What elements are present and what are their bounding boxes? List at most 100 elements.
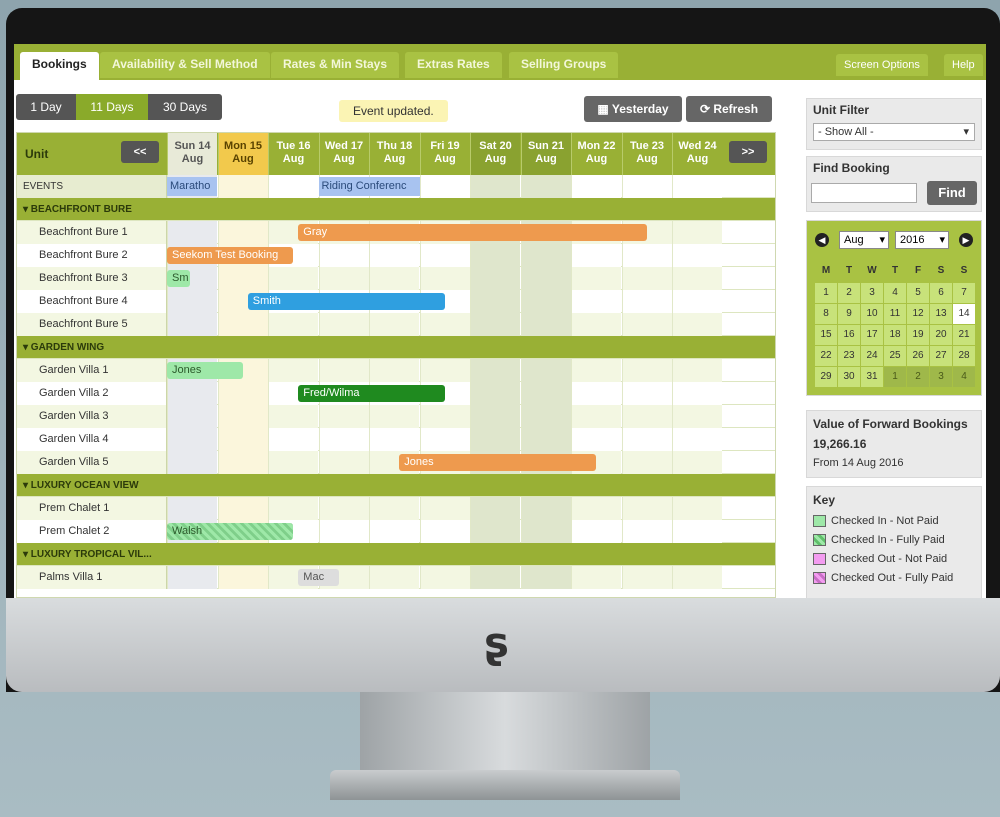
help-button[interactable]: Help — [944, 54, 983, 76]
booking-bar[interactable]: Walsh — [167, 523, 294, 540]
row-label[interactable]: ▾ GARDEN WING — [17, 336, 167, 359]
calendar-day[interactable]: 8 — [815, 304, 837, 324]
grid-cell[interactable] — [621, 359, 672, 382]
grid-cell[interactable] — [621, 267, 672, 290]
grid-cell[interactable] — [672, 290, 722, 313]
calendar-day[interactable]: 1 — [884, 367, 906, 387]
calendar-day[interactable]: 5 — [907, 283, 929, 303]
calendar-day[interactable]: 13 — [930, 304, 952, 324]
row-label[interactable]: Garden Villa 2 — [17, 382, 167, 405]
row-label[interactable]: Prem Chalet 2 — [17, 520, 167, 543]
grid-cell[interactable] — [470, 267, 520, 290]
day-header[interactable]: Sun 14 Aug — [167, 133, 217, 175]
grid-cell[interactable] — [571, 497, 621, 520]
grid-cell[interactable] — [419, 428, 470, 451]
grid-cell[interactable] — [520, 175, 571, 198]
grid-cell[interactable] — [672, 267, 722, 290]
grid-cell[interactable] — [167, 497, 217, 520]
calendar-day[interactable]: 3 — [930, 367, 952, 387]
grid-cell[interactable] — [621, 244, 672, 267]
grid-cell[interactable] — [571, 382, 621, 405]
grid-cell[interactable] — [268, 267, 318, 290]
grid-cell[interactable] — [520, 244, 571, 267]
grid-cell[interactable] — [419, 313, 470, 336]
calendar-day[interactable]: 7 — [953, 283, 975, 303]
grid-cell[interactable] — [470, 405, 520, 428]
prev-period-button[interactable]: << — [121, 141, 159, 163]
grid-cell[interactable] — [571, 405, 621, 428]
row-label[interactable]: ▾ LUXURY OCEAN VIEW — [17, 474, 167, 497]
calendar-day[interactable]: 6 — [930, 283, 952, 303]
grid-cell[interactable] — [268, 497, 318, 520]
day-header[interactable]: Thu 18 Aug — [369, 133, 419, 175]
event-bar[interactable]: Riding Conferenc — [318, 177, 420, 196]
grid-cell[interactable] — [470, 566, 520, 589]
grid-cell[interactable] — [167, 382, 217, 405]
grid-cell[interactable] — [318, 313, 369, 336]
grid-cell[interactable] — [217, 267, 268, 290]
grid-cell[interactable] — [672, 566, 722, 589]
grid-cell[interactable] — [369, 244, 419, 267]
grid-cell[interactable] — [419, 520, 470, 543]
grid-cell[interactable] — [520, 428, 571, 451]
calendar-day[interactable]: 19 — [907, 325, 929, 345]
grid-cell[interactable] — [571, 566, 621, 589]
calendar-day[interactable]: 18 — [884, 325, 906, 345]
booking-bar[interactable]: Fred/Wilma — [298, 385, 445, 402]
grid-cell[interactable] — [672, 520, 722, 543]
grid-cell[interactable] — [470, 175, 520, 198]
calendar-day[interactable]: 29 — [815, 367, 837, 387]
grid-cell[interactable] — [167, 290, 217, 313]
grid-cell[interactable] — [268, 359, 318, 382]
grid-cell[interactable] — [167, 313, 217, 336]
grid-cell[interactable] — [167, 566, 217, 589]
calendar-day[interactable]: 2 — [838, 283, 860, 303]
day-header[interactable]: Fri 19 Aug — [419, 133, 470, 175]
grid-cell[interactable] — [571, 359, 621, 382]
grid-cell[interactable] — [520, 405, 571, 428]
month-select[interactable]: Aug ▾ — [839, 231, 889, 249]
calendar-day[interactable]: 26 — [907, 346, 929, 366]
row-label[interactable]: Beachfront Bure 2 — [17, 244, 167, 267]
grid-cell[interactable] — [470, 359, 520, 382]
calendar-day[interactable]: 28 — [953, 346, 975, 366]
find-booking-input[interactable] — [811, 183, 917, 203]
calendar-day[interactable]: 1 — [815, 283, 837, 303]
grid-cell[interactable] — [318, 497, 369, 520]
grid-cell[interactable] — [520, 382, 571, 405]
tab-extras-rates[interactable]: Extras Rates — [405, 52, 502, 78]
row-label[interactable]: EVENTS — [17, 175, 167, 198]
grid-cell[interactable] — [672, 244, 722, 267]
grid-cell[interactable] — [217, 451, 268, 474]
grid-cell[interactable] — [621, 520, 672, 543]
grid-cell[interactable] — [217, 313, 268, 336]
grid-cell[interactable] — [470, 290, 520, 313]
calendar-day[interactable]: 17 — [861, 325, 883, 345]
grid-cell[interactable] — [318, 244, 369, 267]
calendar-day[interactable]: 4 — [884, 283, 906, 303]
calendar-today[interactable]: 14 — [953, 304, 975, 324]
grid-cell[interactable] — [167, 221, 217, 244]
grid-cell[interactable] — [318, 520, 369, 543]
row-label[interactable]: Beachfront Bure 1 — [17, 221, 167, 244]
calendar-day[interactable]: 16 — [838, 325, 860, 345]
row-label[interactable]: Garden Villa 5 — [17, 451, 167, 474]
day-header[interactable]: Tue 16 Aug — [268, 133, 318, 175]
calendar-day[interactable]: 12 — [907, 304, 929, 324]
grid-cell[interactable] — [318, 451, 369, 474]
grid-cell[interactable] — [520, 520, 571, 543]
grid-cell[interactable] — [520, 566, 571, 589]
grid-cell[interactable] — [318, 405, 369, 428]
calendar-day[interactable]: 20 — [930, 325, 952, 345]
grid-cell[interactable] — [571, 313, 621, 336]
unit-filter-select[interactable]: - Show All - ▾ — [813, 123, 975, 141]
grid-cell[interactable] — [470, 244, 520, 267]
calendar-day[interactable]: 2 — [907, 367, 929, 387]
grid-cell[interactable] — [268, 428, 318, 451]
year-select[interactable]: 2016 ▾ — [895, 231, 949, 249]
row-label[interactable]: ▾ BEACHFRONT BURE — [17, 198, 167, 221]
booking-bar[interactable]: Sm — [167, 270, 190, 287]
booking-bar[interactable]: Jones — [167, 362, 243, 379]
grid-cell[interactable] — [369, 405, 419, 428]
grid-cell[interactable] — [520, 290, 571, 313]
